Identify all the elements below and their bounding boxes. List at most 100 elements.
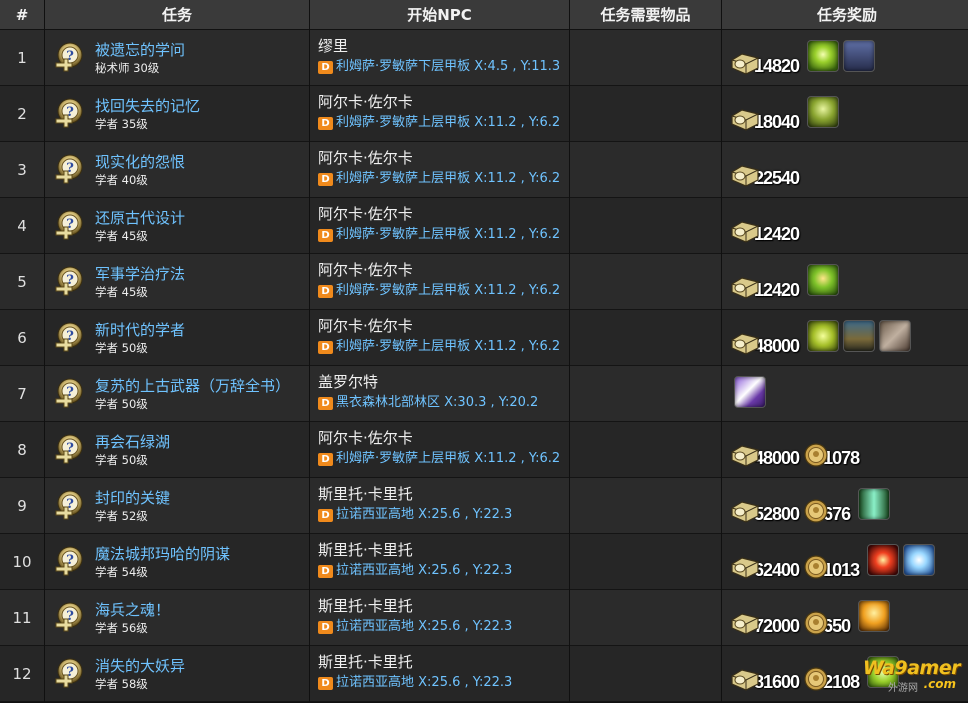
quest-name-link[interactable]: 新时代的学者 bbox=[95, 320, 185, 340]
quest-name-link[interactable]: 再会石绿湖 bbox=[95, 432, 170, 452]
seal-reward: 1078 bbox=[803, 442, 860, 468]
npc-name: 阿尔卡·佐尔卡 bbox=[318, 429, 413, 447]
npc-name: 阿尔卡·佐尔卡 bbox=[318, 317, 413, 335]
quest-cell: ? 新时代的学者 学者 50级 bbox=[45, 310, 309, 366]
quest-name-link[interactable]: 被遗忘的学问 bbox=[95, 40, 185, 60]
item-armor-icon[interactable] bbox=[843, 320, 876, 352]
map-pin-icon: D bbox=[318, 676, 333, 690]
quest-name-link[interactable]: 魔法城邦玛哈的阴谋 bbox=[95, 544, 230, 564]
quest-name-link[interactable]: 找回失去的记忆 bbox=[95, 96, 200, 116]
npc-location-link[interactable]: D 利姆萨·罗敏萨上层甲板 X:11.2 , Y:6.2 bbox=[318, 115, 569, 131]
item-purple-book-icon[interactable] bbox=[734, 375, 766, 408]
location-text: 利姆萨·罗敏萨上层甲板 X:11.2 , Y:6.2 bbox=[336, 451, 561, 466]
npc-cell: 阿尔卡·佐尔卡 D 利姆萨·罗敏萨上层甲板 X:11.2 , Y:6.2 bbox=[310, 198, 569, 254]
quest-marker-icon: ? bbox=[53, 97, 85, 131]
header-npc: 开始NPC bbox=[310, 0, 569, 30]
npc-location-link[interactable]: D 拉诺西亚高地 X:25.6 , Y:22.3 bbox=[318, 507, 569, 523]
gil-icon bbox=[730, 498, 760, 524]
quest-cell: ? 还原古代设计 学者 45级 bbox=[45, 198, 309, 254]
required-items-cell bbox=[570, 86, 721, 142]
quest-marker-icon: ? bbox=[53, 153, 85, 187]
quest-cell: ? 现实化的怨恨 学者 40级 bbox=[45, 142, 309, 198]
company-seal-icon bbox=[803, 666, 829, 692]
required-items-cell bbox=[570, 30, 721, 86]
npc-location-link[interactable]: D 利姆萨·罗敏萨上层甲板 X:11.2 , Y:6.2 bbox=[318, 339, 569, 355]
item-green-burst-icon[interactable] bbox=[807, 40, 840, 72]
quest-cell: ? 再会石绿湖 学者 50级 bbox=[45, 422, 309, 478]
item-gloves-icon[interactable] bbox=[879, 320, 912, 352]
location-text: 利姆萨·罗敏萨下层甲板 X:4.5 , Y:11.3 bbox=[336, 59, 561, 74]
required-items-cell bbox=[570, 142, 721, 198]
npc-location-link[interactable]: D 利姆萨·罗敏萨上层甲板 X:11.2 , Y:6.2 bbox=[318, 171, 569, 187]
npc-location-link[interactable]: D 拉诺西亚高地 X:25.6 , Y:22.3 bbox=[318, 563, 569, 579]
map-pin-icon: D bbox=[318, 396, 333, 410]
gil-icon bbox=[730, 218, 760, 244]
npc-cell: 缪里 D 利姆萨·罗敏萨下层甲板 X:4.5 , Y:11.3 bbox=[310, 30, 569, 86]
gil-icon bbox=[730, 274, 760, 300]
item-red-burst-icon[interactable] bbox=[867, 544, 900, 576]
quest-cell: ? 被遗忘的学问 秘术师 30级 bbox=[45, 30, 309, 86]
quest-name-link[interactable]: 现实化的怨恨 bbox=[95, 152, 185, 172]
quest-marker-icon: ? bbox=[53, 601, 85, 635]
item-green-pillar-icon[interactable] bbox=[858, 488, 891, 520]
location-text: 拉诺西亚高地 X:25.6 , Y:22.3 bbox=[336, 619, 513, 634]
item-orange-figure-icon[interactable] bbox=[858, 600, 891, 632]
row-number: 8 bbox=[0, 422, 44, 478]
quest-job-level: 学者 45级 bbox=[95, 284, 148, 299]
quest-job-level: 学者 58级 bbox=[95, 676, 148, 691]
gil-reward: 18040 bbox=[730, 106, 800, 132]
npc-cell: 阿尔卡·佐尔卡 D 利姆萨·罗敏萨上层甲板 X:11.2 , Y:6.2 bbox=[310, 310, 569, 366]
quest-marker-icon: ? bbox=[53, 489, 85, 523]
item-green-figure-icon[interactable] bbox=[807, 96, 840, 128]
quest-name-link[interactable]: 复苏的上古武器（万辞全书） bbox=[95, 376, 290, 396]
npc-location-link[interactable]: D 利姆萨·罗敏萨上层甲板 X:11.2 , Y:6.2 bbox=[318, 227, 569, 243]
gil-amount: 52800 bbox=[754, 504, 800, 524]
location-text: 黑衣森林北部林区 X:30.3 , Y:20.2 bbox=[336, 395, 539, 410]
npc-location-link[interactable]: D 拉诺西亚高地 X:25.6 , Y:22.3 bbox=[318, 675, 569, 691]
item-green-partial-icon[interactable] bbox=[867, 656, 900, 688]
item-ice-cross-icon[interactable] bbox=[903, 544, 936, 576]
gil-icon bbox=[730, 554, 760, 580]
item-green-heal-icon[interactable] bbox=[807, 264, 840, 296]
npc-location-link[interactable]: D 利姆萨·罗敏萨下层甲板 X:4.5 , Y:11.3 bbox=[318, 59, 569, 75]
quest-name-link[interactable]: 海兵之魂！ bbox=[95, 600, 170, 620]
item-green-shield-icon[interactable] bbox=[807, 320, 840, 352]
npc-name: 斯里托·卡里托 bbox=[318, 597, 413, 615]
npc-location-link[interactable]: D 黑衣森林北部林区 X:30.3 , Y:20.2 bbox=[318, 395, 569, 411]
quest-cell: ? 海兵之魂！ 学者 56级 bbox=[45, 590, 309, 646]
gil-reward: 72000 bbox=[730, 610, 800, 636]
item-blue-hat-icon[interactable] bbox=[843, 40, 876, 72]
quest-name-link[interactable]: 封印的关键 bbox=[95, 488, 170, 508]
map-pin-icon: D bbox=[318, 172, 333, 186]
reward-cell: 72000 650 bbox=[722, 590, 968, 646]
npc-name: 斯里托·卡里托 bbox=[318, 485, 413, 503]
required-items-cell bbox=[570, 310, 721, 366]
npc-location-link[interactable]: D 利姆萨·罗敏萨上层甲板 X:11.2 , Y:6.2 bbox=[318, 283, 569, 299]
npc-name: 阿尔卡·佐尔卡 bbox=[318, 261, 413, 279]
quest-cell: ? 消失的大妖异 学者 58级 bbox=[45, 646, 309, 702]
gil-amount: 12420 bbox=[754, 280, 800, 300]
npc-cell: 阿尔卡·佐尔卡 D 利姆萨·罗敏萨上层甲板 X:11.2 , Y:6.2 bbox=[310, 142, 569, 198]
gil-icon bbox=[730, 666, 760, 692]
quest-job-level: 学者 50级 bbox=[95, 452, 148, 467]
npc-location-link[interactable]: D 利姆萨·罗敏萨上层甲板 X:11.2 , Y:6.2 bbox=[318, 451, 569, 467]
quest-job-level: 学者 56级 bbox=[95, 620, 148, 635]
npc-cell: 斯里托·卡里托 D 拉诺西亚高地 X:25.6 , Y:22.3 bbox=[310, 478, 569, 534]
quest-job-level: 秘术师 30级 bbox=[95, 60, 160, 75]
quest-job-level: 学者 52级 bbox=[95, 508, 148, 523]
npc-location-link[interactable]: D 拉诺西亚高地 X:25.6 , Y:22.3 bbox=[318, 619, 569, 635]
map-pin-icon: D bbox=[318, 452, 333, 466]
quest-name-link[interactable]: 还原古代设计 bbox=[95, 208, 185, 228]
npc-name: 盖罗尔特 bbox=[318, 373, 379, 391]
gil-icon bbox=[730, 50, 760, 76]
quest-marker-icon: ? bbox=[53, 433, 85, 467]
required-items-cell bbox=[570, 478, 721, 534]
location-text: 利姆萨·罗敏萨上层甲板 X:11.2 , Y:6.2 bbox=[336, 171, 561, 186]
quest-name-link[interactable]: 军事学治疗法 bbox=[95, 264, 185, 284]
gil-icon bbox=[730, 610, 760, 636]
npc-name: 阿尔卡·佐尔卡 bbox=[318, 93, 413, 111]
quest-job-level: 学者 54级 bbox=[95, 564, 148, 579]
gil-reward: 81600 bbox=[730, 666, 800, 692]
quest-name-link[interactable]: 消失的大妖异 bbox=[95, 656, 185, 676]
required-items-cell bbox=[570, 534, 721, 590]
